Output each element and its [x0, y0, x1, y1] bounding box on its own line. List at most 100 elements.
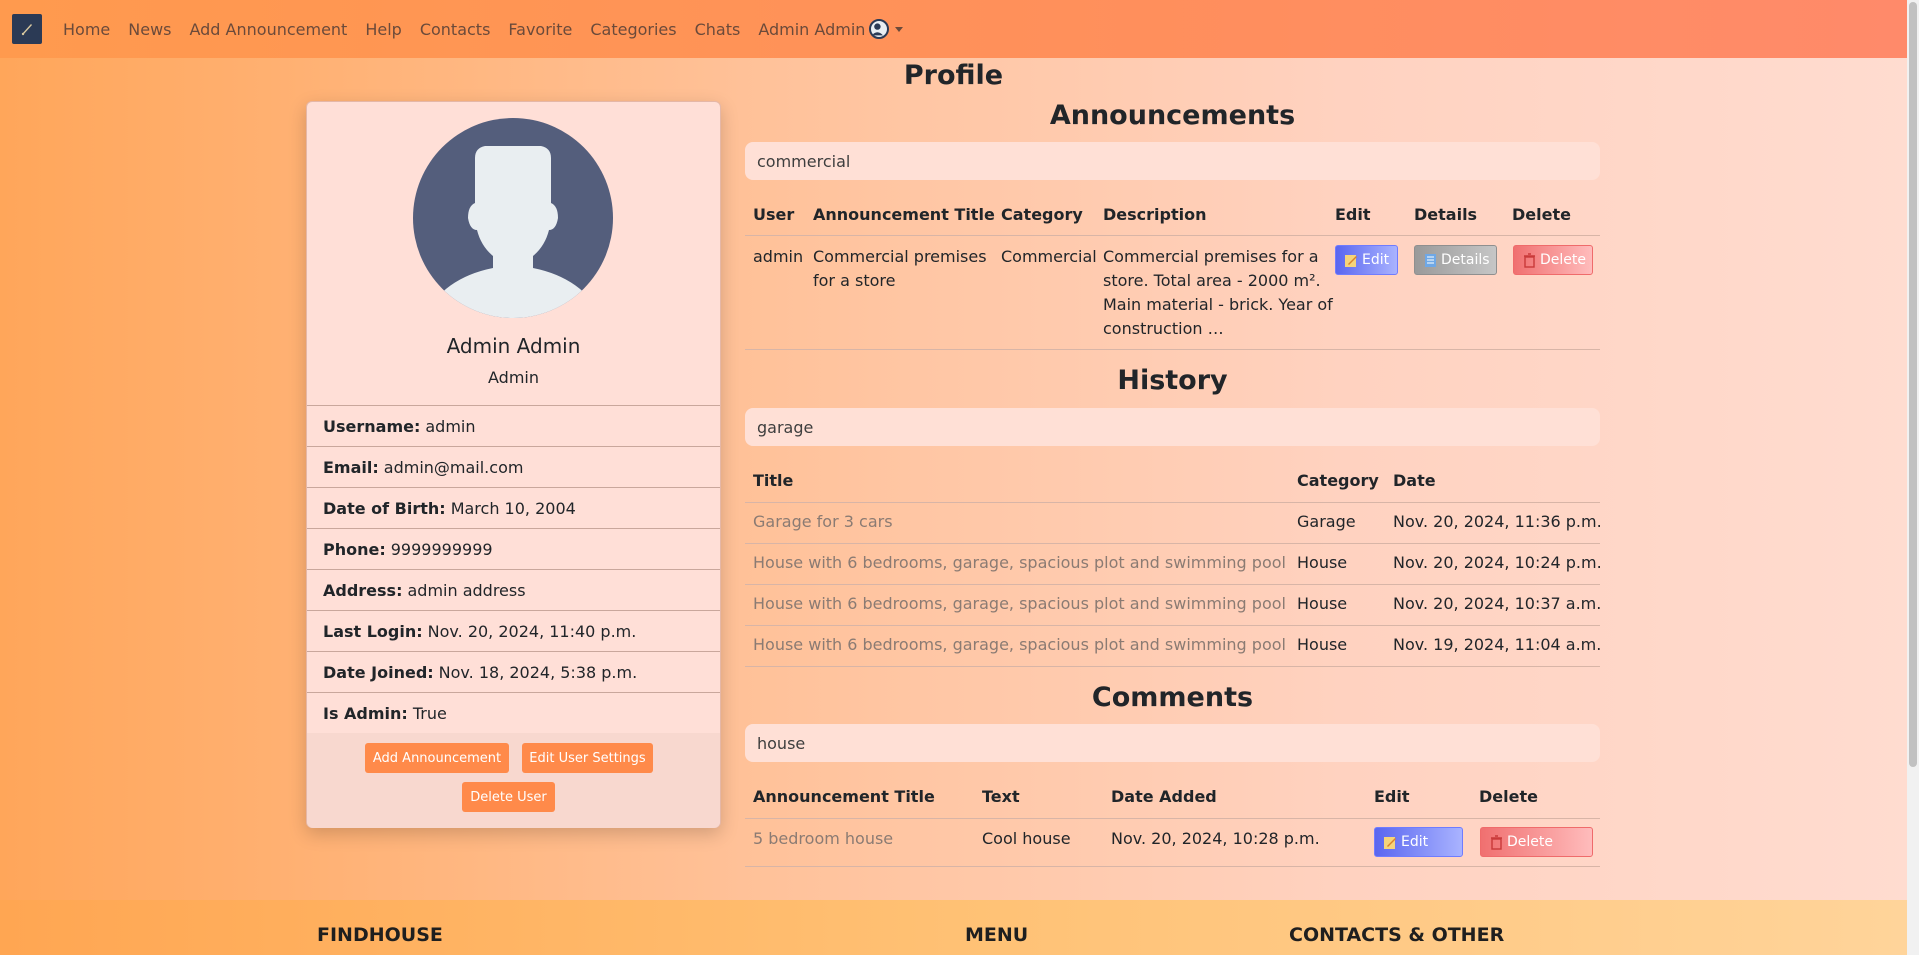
history-title: History: [1117, 365, 1228, 396]
announcement-description-line4: construction …: [1103, 319, 1224, 338]
divider: [745, 818, 1600, 819]
col-header-delete: Delete: [1512, 205, 1571, 224]
divider: [745, 543, 1600, 544]
trash-icon: [1524, 252, 1535, 268]
info-value: Nov. 20, 2024, 11:40 p.m.: [427, 621, 637, 641]
history-search-input[interactable]: garage: [745, 408, 1600, 446]
profile-card: Admin Admin Admin Username: admin Email: a…: [306, 101, 721, 828]
delete-label: Delete: [1507, 834, 1553, 850]
col-header-category: Category: [1001, 205, 1083, 224]
profile-avatar: [413, 118, 613, 318]
edit-user-settings-button[interactable]: Edit User Settings: [522, 743, 653, 773]
nav-categories[interactable]: Categories: [590, 20, 676, 39]
col-header-announcement-title: Announcement Title: [753, 787, 935, 806]
info-label: Phone:: [323, 539, 386, 559]
page-title: Profile: [903, 60, 1004, 91]
divider: [745, 502, 1600, 503]
history-item-category: Garage: [1297, 512, 1356, 531]
announcement-title-line2: for a store: [813, 271, 896, 290]
nav-add-announcement[interactable]: Add Announcement: [189, 20, 347, 39]
edit-label: Edit: [1401, 834, 1429, 850]
delete-user-button[interactable]: Delete User: [462, 782, 555, 812]
chevron-down-icon: [895, 26, 904, 32]
user-menu-dropdown[interactable]: Admin Admin: [758, 19, 904, 39]
history-item-link[interactable]: House with 6 bedrooms, garage, spacious …: [753, 551, 1286, 575]
details-label: Details: [1441, 252, 1490, 268]
history-item-category: House: [1297, 594, 1348, 613]
info-value: March 10, 2004: [450, 498, 576, 518]
announcement-delete-button[interactable]: Delete: [1513, 245, 1593, 275]
info-phone: Phone: 9999999999: [307, 529, 720, 570]
announcement-edit-button[interactable]: Edit: [1335, 245, 1398, 275]
scrollbar[interactable]: [1907, 0, 1919, 955]
nav-news[interactable]: News: [128, 20, 171, 39]
info-date-joined: Date Joined: Nov. 18, 2024, 5:38 p.m.: [307, 652, 720, 693]
history-item-link[interactable]: House with 6 bedrooms, garage, spacious …: [753, 592, 1286, 616]
logo-icon[interactable]: [12, 14, 42, 44]
edit-label: Edit: [1362, 252, 1390, 268]
history-item-date: Nov. 20, 2024, 10:24 p.m.: [1393, 553, 1602, 572]
info-label: Is Admin:: [323, 703, 408, 723]
divider: [745, 235, 1600, 236]
announcement-description-line3: Main material - brick. Year of: [1103, 295, 1333, 314]
site-footer: FINDHOUSE MENU CONTACTS & OTHER: [0, 900, 1907, 955]
nav-help[interactable]: Help: [365, 20, 401, 39]
history-item-link[interactable]: Garage for 3 cars: [753, 510, 893, 534]
nav-chats[interactable]: Chats: [695, 20, 741, 39]
info-label: Email:: [323, 457, 379, 477]
footer-heading-menu: MENU: [965, 924, 1029, 946]
announcement-description-line1: Commercial premises for a: [1103, 247, 1319, 266]
col-header-date: Date: [1393, 471, 1436, 490]
info-label: Date of Birth:: [323, 498, 446, 518]
announcements-title: Announcements: [1049, 100, 1296, 131]
history-item-date: Nov. 19, 2024, 11:04 a.m.: [1393, 635, 1602, 654]
col-header-title: Title: [753, 471, 794, 490]
user-avatar-icon: [869, 19, 890, 39]
add-announcement-button[interactable]: Add Announcement: [365, 743, 509, 773]
trash-icon: [1491, 834, 1502, 850]
comment-edit-button[interactable]: Edit: [1374, 827, 1463, 857]
info-label: Last Login:: [323, 621, 423, 641]
info-value: True: [412, 703, 447, 723]
col-header-user: User: [753, 205, 795, 224]
pencil-icon: [1384, 836, 1396, 849]
col-header-description: Description: [1103, 205, 1207, 224]
col-header-edit: Edit: [1335, 205, 1371, 224]
announcement-user: admin: [753, 247, 804, 266]
info-value: admin: [425, 416, 476, 436]
info-value: admin address: [407, 580, 526, 600]
divider: [745, 349, 1600, 350]
nav-home[interactable]: Home: [63, 20, 110, 39]
col-header-date-added: Date Added: [1111, 787, 1217, 806]
divider: [745, 666, 1600, 667]
announcement-details-button[interactable]: Details: [1414, 245, 1497, 275]
profile-name: Admin Admin: [446, 334, 581, 358]
comment-announcement-link[interactable]: 5 bedroom house: [753, 827, 893, 851]
navbar: Home News Add Announcement Help Contacts…: [0, 0, 1907, 58]
history-item-link[interactable]: House with 6 bedrooms, garage, spacious …: [753, 633, 1286, 657]
info-address: Address: admin address: [307, 570, 720, 611]
pencil-icon: [1345, 254, 1357, 267]
info-email: Email: admin@mail.com: [307, 447, 720, 488]
col-header-category: Category: [1297, 471, 1379, 490]
info-last-login: Last Login: Nov. 20, 2024, 11:40 p.m.: [307, 611, 720, 652]
divider: [745, 625, 1600, 626]
announcements-search-input[interactable]: commercial: [745, 142, 1600, 180]
profile-info-list: Username: admin Email: admin@mail.com Date…: [307, 405, 720, 734]
info-label: Date Joined:: [323, 662, 434, 682]
col-header-delete: Delete: [1479, 787, 1538, 806]
nav-contacts[interactable]: Contacts: [420, 20, 491, 39]
scrollbar-thumb[interactable]: [1909, 2, 1917, 767]
nav-favorite[interactable]: Favorite: [508, 20, 572, 39]
comments-search-input[interactable]: house: [745, 724, 1600, 762]
delete-label: Delete: [1540, 252, 1586, 268]
footer-heading-findhouse: FINDHOUSE: [317, 924, 443, 946]
divider: [745, 866, 1600, 867]
user-menu-label: Admin Admin: [758, 19, 866, 39]
comment-delete-button[interactable]: Delete: [1480, 827, 1593, 857]
col-header-details: Details: [1414, 205, 1478, 224]
history-item-category: House: [1297, 553, 1348, 572]
announcement-category: Commercial: [1001, 247, 1097, 266]
history-item-category: House: [1297, 635, 1348, 654]
profile-role: Admin: [488, 368, 539, 387]
